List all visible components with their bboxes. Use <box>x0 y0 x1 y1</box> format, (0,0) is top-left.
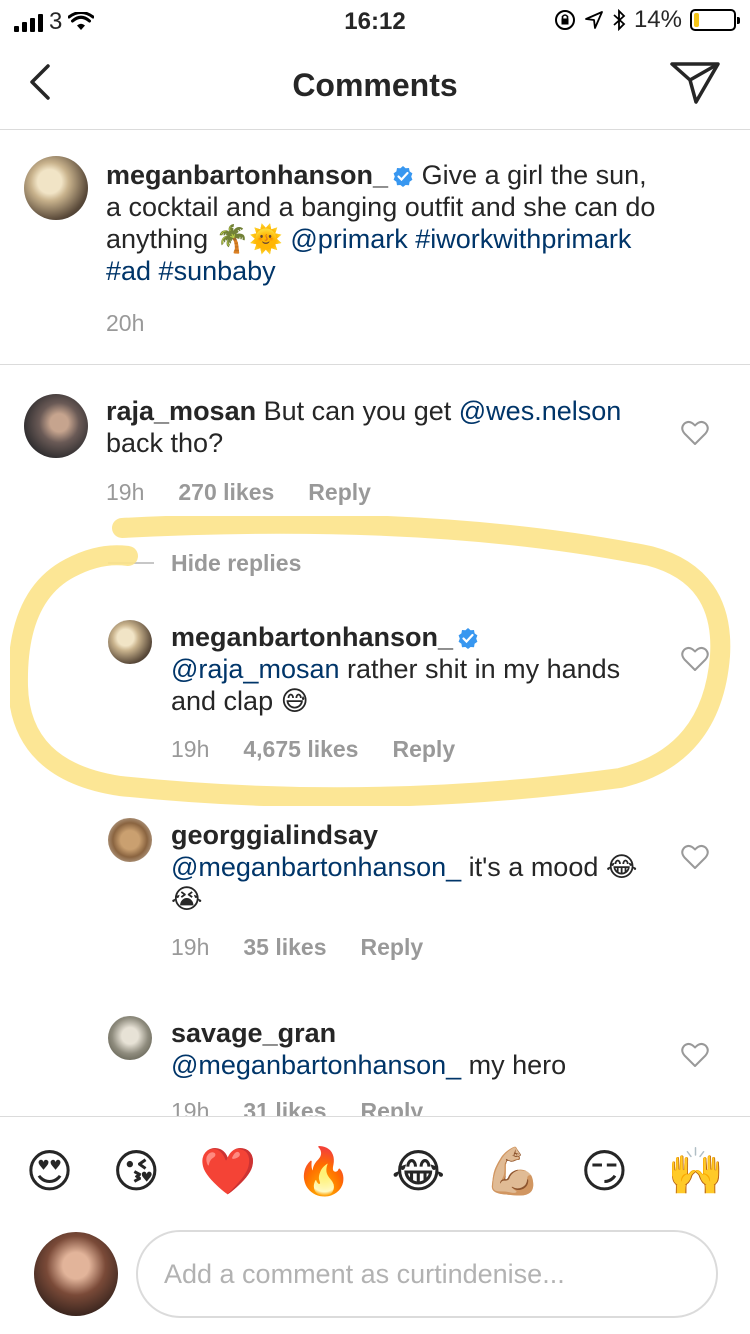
reply-text: savage_gran @meganbartonhanson_ my hero <box>171 1017 651 1081</box>
emoji-joy-button[interactable]: 😂 <box>392 1148 446 1194</box>
emoji-quick-bar: 😍 😘 ❤️ 🔥 😂 💪🏼 😏 🙌 <box>0 1116 750 1224</box>
emoji-raised-hands-button[interactable]: 🙌 <box>667 1148 724 1194</box>
reply-likes[interactable]: 31 likes <box>243 1098 326 1116</box>
reply-button[interactable]: Reply <box>361 1098 424 1116</box>
avatar[interactable] <box>108 1016 152 1060</box>
emoji-heart-eyes-button[interactable]: 😍 <box>25 1148 73 1194</box>
comment-input[interactable] <box>136 1230 718 1318</box>
comment-input-row <box>0 1226 750 1334</box>
reply-username[interactable]: savage_gran <box>171 1018 336 1048</box>
reply-time: 19h <box>171 1098 210 1116</box>
reply-mention[interactable]: @meganbartonhanson_ <box>171 1050 461 1080</box>
like-heart-icon[interactable] <box>681 1042 709 1068</box>
reply-meta: 19h 31 likes Reply <box>171 1098 423 1116</box>
emoji-heart-button[interactable]: ❤️ <box>199 1148 256 1194</box>
emoji-smirk-button[interactable]: 😏 <box>580 1148 628 1194</box>
reply-body: my hero <box>468 1050 567 1080</box>
emoji-fire-button[interactable]: 🔥 <box>295 1148 352 1194</box>
reply-item: savage_gran @meganbartonhanson_ my hero … <box>0 0 750 1116</box>
emoji-muscle-button[interactable]: 💪🏼 <box>484 1148 541 1194</box>
emoji-kiss-button[interactable]: 😘 <box>112 1148 160 1194</box>
current-user-avatar <box>34 1232 118 1316</box>
